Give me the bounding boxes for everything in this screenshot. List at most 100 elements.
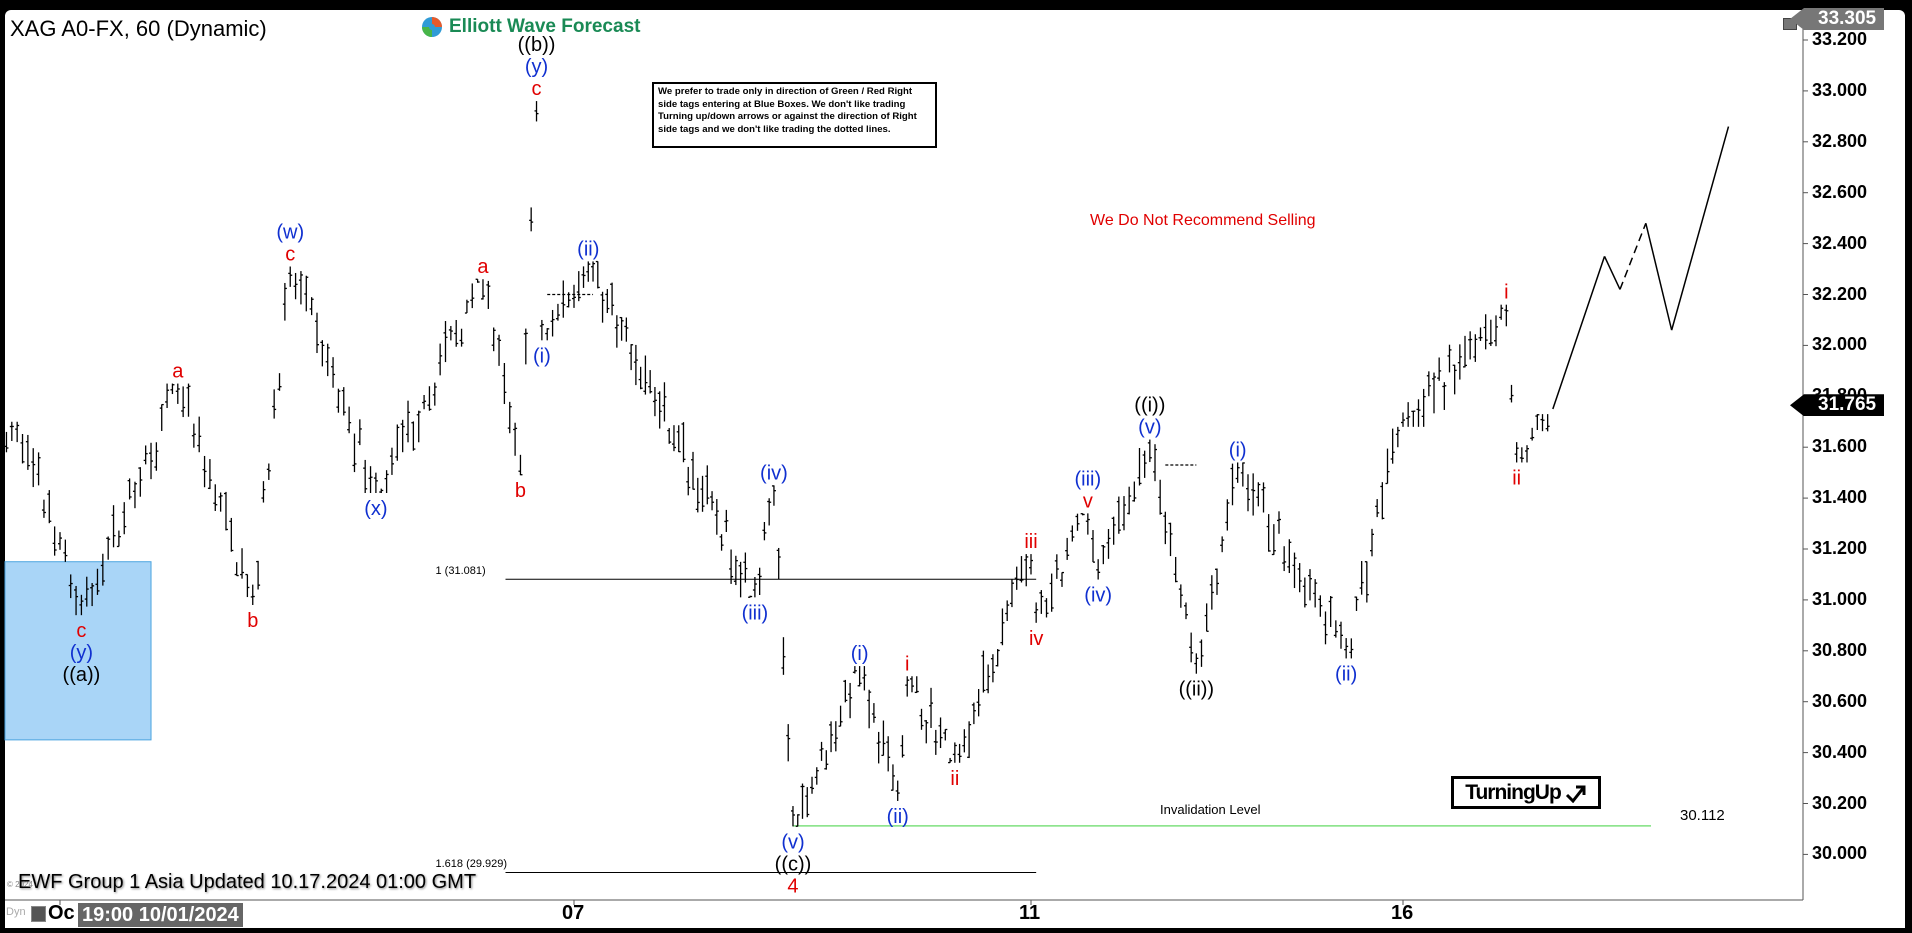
price-bar <box>1168 522 1173 557</box>
y-tick-label: 30.800 <box>1812 639 1868 660</box>
price-bar <box>733 555 738 586</box>
price-bar <box>686 466 691 496</box>
price-bar <box>1344 638 1349 659</box>
wave-label: a <box>477 256 489 278</box>
price-bar <box>1240 462 1245 487</box>
price-bar <box>771 485 776 506</box>
price-bar <box>1153 444 1157 482</box>
price-bar <box>1261 482 1266 513</box>
turning-up-label: TurningUp <box>1465 780 1562 804</box>
price-bar <box>523 328 528 365</box>
price-bar <box>790 806 795 827</box>
price-bar <box>1019 556 1024 583</box>
update-footer: EWF Group 1 Asia Updated 10.17.2024 01:0… <box>18 871 477 893</box>
price-bar <box>724 509 729 533</box>
price-bar <box>1328 596 1333 628</box>
logo-icon <box>422 17 442 37</box>
wave-label: b <box>247 610 258 632</box>
price-bar <box>149 442 154 480</box>
price-bar <box>929 687 934 728</box>
price-bar <box>862 666 867 691</box>
price-bar <box>4 431 9 453</box>
price-bar <box>325 343 330 377</box>
price-bar <box>1401 412 1405 427</box>
price-bar <box>438 343 443 376</box>
price-bar <box>550 309 555 337</box>
price-bar <box>1054 554 1059 579</box>
price-bar <box>1380 482 1385 520</box>
y-tick-label: 32.400 <box>1812 232 1868 253</box>
price-bar <box>933 729 938 755</box>
price-bar <box>341 387 346 416</box>
price-bar <box>719 534 724 551</box>
price-bar <box>373 472 378 494</box>
price-bar <box>347 406 352 434</box>
price-bar <box>1282 546 1287 572</box>
price-bar <box>411 421 416 451</box>
price-bar <box>331 357 336 388</box>
wave-label: (iii) <box>742 602 769 624</box>
price-bar <box>25 434 30 470</box>
wave-label: ii <box>950 768 959 790</box>
price-bar <box>427 386 432 411</box>
price-bar <box>1525 445 1529 463</box>
price-bar <box>1406 402 1411 427</box>
chart-title: XAG A0-FX, 60 (Dynamic) <box>10 16 267 41</box>
wave-label: (ii) <box>1335 663 1357 685</box>
price-bar <box>843 679 848 703</box>
price-bar <box>871 703 876 723</box>
invalidation-value: 30.112 <box>1680 807 1725 824</box>
price-bar <box>1049 573 1054 612</box>
price-bar <box>1390 428 1395 464</box>
price-bar <box>810 776 815 794</box>
price-bar <box>1313 579 1318 608</box>
logo-text: Elliott Wave Forecast <box>449 16 641 37</box>
price-bar <box>1204 603 1209 632</box>
price-bar <box>282 282 287 321</box>
price-bar <box>534 101 539 122</box>
lock-icon[interactable] <box>31 906 46 922</box>
price-bar <box>1215 568 1219 595</box>
price-bar <box>159 403 164 431</box>
projection-path-segment <box>1619 222 1647 290</box>
price-bar <box>261 481 266 503</box>
wave-label: iii <box>1024 531 1037 553</box>
price-bar <box>981 650 986 693</box>
price-bar <box>591 261 596 282</box>
price-bar <box>748 595 753 598</box>
price-bar <box>924 720 929 744</box>
price-bar <box>389 447 394 475</box>
price-bar <box>170 383 175 395</box>
wave-label: v <box>1083 490 1093 512</box>
price-bar <box>1297 563 1302 593</box>
price-bar <box>539 319 544 341</box>
price-bar <box>1009 579 1014 608</box>
price-bar <box>714 499 719 535</box>
y-tick-label: 31.400 <box>1812 487 1868 508</box>
y-tick-label: 31.000 <box>1812 588 1868 609</box>
y-tick-label: 30.400 <box>1812 741 1868 762</box>
wave-label: c <box>532 78 542 100</box>
price-bar <box>58 532 62 550</box>
price-bar <box>379 488 384 494</box>
wave-label: c <box>76 620 86 642</box>
price-bar <box>1199 639 1204 667</box>
price-bar <box>1442 382 1447 410</box>
chart-window: c (y) ((a)) a b (w) c (x) a b ((b)) (y) c (i) (ii) (iii… <box>0 0 1912 933</box>
price-bar <box>829 721 834 753</box>
projection-path-segment <box>1670 126 1730 331</box>
price-bar <box>1184 602 1188 620</box>
price-bar <box>132 481 137 509</box>
price-bar <box>1395 426 1400 448</box>
price-bar <box>197 416 202 453</box>
price-bar <box>762 521 767 541</box>
price-bar <box>691 451 696 490</box>
price-bar <box>1189 632 1194 663</box>
price-chart[interactable]: c(y)((a))ab(w)c(x)ab((b))(y)c(i)(ii)(iii… <box>0 0 1912 933</box>
wave-label: (i) <box>1229 439 1247 461</box>
wave-label: ii <box>1512 467 1521 489</box>
wave-label: (v) <box>1138 417 1161 439</box>
price-bar <box>986 664 991 694</box>
price-bar <box>1065 537 1070 560</box>
price-bar <box>175 383 180 404</box>
